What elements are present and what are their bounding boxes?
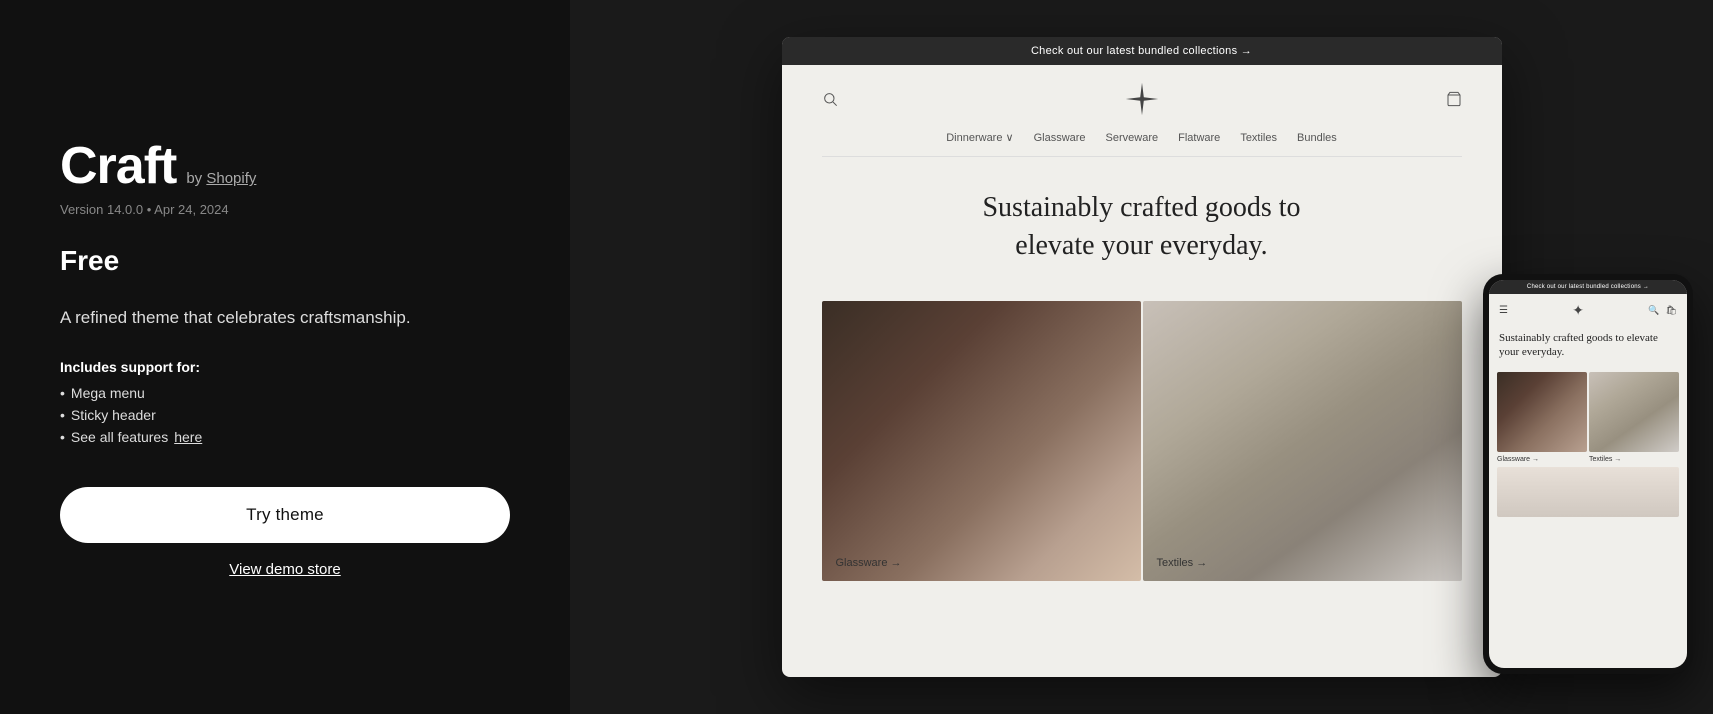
glassware-image [822, 301, 1141, 581]
mobile-glassware-image [1497, 372, 1587, 452]
feature-mega-menu: Mega menu [60, 385, 510, 401]
product-card-textiles: Textiles → [1143, 301, 1462, 581]
mobile-mockup: Check out our latest bundled collections… [1483, 274, 1693, 674]
feature-see-all: See all features here [60, 429, 510, 445]
mobile-textiles-label: Textiles → [1589, 456, 1679, 463]
theme-title: Craft [60, 136, 176, 196]
announcement-bar: Check out our latest bundled collections… [782, 37, 1502, 65]
mobile-product-labels: Glassware → Textiles → [1497, 456, 1679, 463]
mobile-screen: Check out our latest bundled collections… [1489, 280, 1687, 668]
nav-bundles[interactable]: Bundles [1297, 131, 1337, 144]
description: A refined theme that celebrates craftsma… [60, 305, 510, 331]
textiles-image [1143, 301, 1462, 581]
right-panel: Check out our latest bundled collections… [570, 0, 1713, 714]
version-info: Version 14.0.0 • Apr 24, 2024 [60, 202, 510, 217]
by-shopify: by Shopify [186, 170, 256, 187]
shopify-link[interactable]: Shopify [206, 170, 256, 187]
textiles-label: Textiles → [1157, 557, 1208, 569]
nav-serveware[interactable]: Serveware [1106, 131, 1159, 144]
mobile-announcement: Check out our latest bundled collections… [1489, 280, 1687, 294]
includes-title: Includes support for: [60, 359, 510, 375]
product-card-glassware: Glassware → [822, 301, 1141, 581]
mobile-glassware-label: Glassware → [1497, 456, 1587, 463]
features-link[interactable]: here [174, 429, 202, 445]
mobile-hero: Sustainably crafted goods to elevate you… [1489, 323, 1687, 368]
features-list: Mega menu Sticky header See all features… [60, 385, 510, 451]
site-header: Dinnerware ∨ Glassware Serveware Flatwar… [782, 65, 1502, 157]
search-icon [822, 91, 838, 107]
view-demo-button[interactable]: View demo store [60, 561, 510, 578]
nav-flatware[interactable]: Flatware [1178, 131, 1220, 144]
logo-icon [1124, 81, 1160, 117]
mobile-product-grid [1497, 372, 1679, 452]
mobile-bottom-image [1497, 467, 1679, 517]
price-label: Free [60, 245, 510, 277]
glassware-label: Glassware → [836, 557, 902, 569]
mobile-cart-icon: 🛍 [1666, 305, 1677, 316]
mobile-textiles-image [1589, 372, 1679, 452]
nav-dinnerware[interactable]: Dinnerware ∨ [946, 131, 1013, 144]
mobile-header-icons: 🔍 🛍 [1648, 305, 1677, 316]
mobile-header: ☰ ✦ 🔍 🛍 [1489, 294, 1687, 323]
cart-icon [1446, 91, 1462, 107]
left-panel: Craft by Shopify Version 14.0.0 • Apr 24… [0, 0, 570, 714]
mobile-search-icon: 🔍 [1648, 305, 1659, 316]
hero-section: Sustainably crafted goods to elevate you… [782, 157, 1502, 285]
cart-icon-wrapper [1446, 91, 1462, 107]
nav-textiles[interactable]: Textiles [1240, 131, 1277, 144]
nav-glassware[interactable]: Glassware [1034, 131, 1086, 144]
hamburger-icon: ☰ [1499, 305, 1508, 316]
feature-sticky-header: Sticky header [60, 407, 510, 423]
try-theme-button[interactable]: Try theme [60, 487, 510, 543]
logo [1124, 81, 1160, 117]
title-row: Craft by Shopify [60, 136, 510, 196]
search-icon-wrapper [822, 91, 838, 107]
product-grid: Glassware → Textiles → [822, 301, 1462, 581]
mobile-logo-icon: ✦ [1572, 302, 1584, 319]
desktop-mockup: Check out our latest bundled collections… [782, 37, 1502, 677]
nav-menu: Dinnerware ∨ Glassware Serveware Flatwar… [822, 131, 1462, 157]
hero-headline: Sustainably crafted goods to elevate you… [952, 189, 1332, 265]
header-top [822, 81, 1462, 117]
